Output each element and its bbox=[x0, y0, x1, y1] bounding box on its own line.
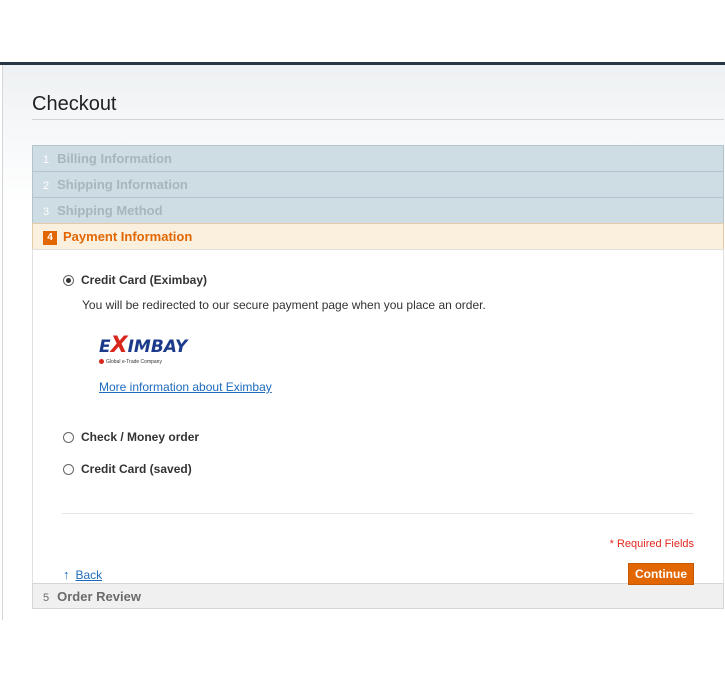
step-billing-information[interactable]: 1 Billing Information bbox=[32, 145, 724, 171]
radio-selected-icon[interactable] bbox=[63, 274, 74, 286]
back-label: Back bbox=[75, 568, 103, 582]
step-number: 1 bbox=[43, 154, 50, 166]
step-label: Payment Information bbox=[63, 229, 193, 244]
arrow-up-icon: ↑ bbox=[63, 567, 70, 582]
radio-unselected-icon[interactable] bbox=[63, 463, 74, 475]
redirect-note: You will be redirected to our secure pay… bbox=[82, 298, 486, 312]
payment-option-label: Credit Card (saved) bbox=[81, 462, 192, 476]
eximbay-logo-tagline: Global e-Trade Company bbox=[99, 359, 162, 365]
payment-option-credit-card-saved[interactable]: Credit Card (saved) bbox=[63, 462, 192, 476]
checkout-steps: 1 Billing Information 2 Shipping Informati… bbox=[32, 145, 724, 609]
eximbay-logo: EXIMBAY Global e-Trade Company bbox=[99, 333, 189, 373]
step-number: 2 bbox=[43, 180, 50, 192]
payment-option-check-money-order[interactable]: Check / Money order bbox=[63, 430, 199, 444]
step-shipping-method[interactable]: 3 Shipping Method bbox=[32, 197, 724, 223]
step-label: Billing Information bbox=[57, 151, 172, 166]
required-fields-note: * Required Fields bbox=[609, 538, 694, 550]
radio-unselected-icon[interactable] bbox=[63, 431, 74, 443]
step-number: 4 bbox=[43, 231, 57, 245]
back-link[interactable]: ↑ Back bbox=[63, 567, 102, 582]
step-label: Shipping Method bbox=[57, 203, 163, 218]
step-label: Order Review bbox=[57, 589, 141, 604]
more-info-eximbay-link[interactable]: More information about Eximbay bbox=[99, 380, 272, 394]
step-order-review[interactable]: 5 Order Review bbox=[32, 583, 724, 609]
logo-dot-icon bbox=[99, 359, 104, 364]
title-divider bbox=[32, 119, 724, 120]
eximbay-logo-wordmark: EXIMBAY bbox=[99, 333, 188, 358]
payment-option-eximbay[interactable]: Credit Card (Eximbay) bbox=[63, 273, 207, 287]
payment-section: Credit Card (Eximbay) You will be redire… bbox=[32, 249, 724, 585]
continue-button[interactable]: Continue bbox=[628, 563, 694, 585]
checkout-page: Checkout 1 Billing Information 2 Shipping … bbox=[2, 65, 725, 620]
section-divider bbox=[62, 513, 694, 514]
step-shipping-information[interactable]: 2 Shipping Information bbox=[32, 171, 724, 197]
page-title: Checkout bbox=[32, 93, 117, 115]
step-payment-information: 4 Payment Information bbox=[32, 223, 724, 249]
step-number: 3 bbox=[43, 206, 50, 218]
payment-option-label: Check / Money order bbox=[81, 430, 200, 444]
step-number: 5 bbox=[43, 592, 50, 604]
step-label: Shipping Information bbox=[57, 177, 188, 192]
payment-option-label: Credit Card (Eximbay) bbox=[81, 273, 208, 287]
